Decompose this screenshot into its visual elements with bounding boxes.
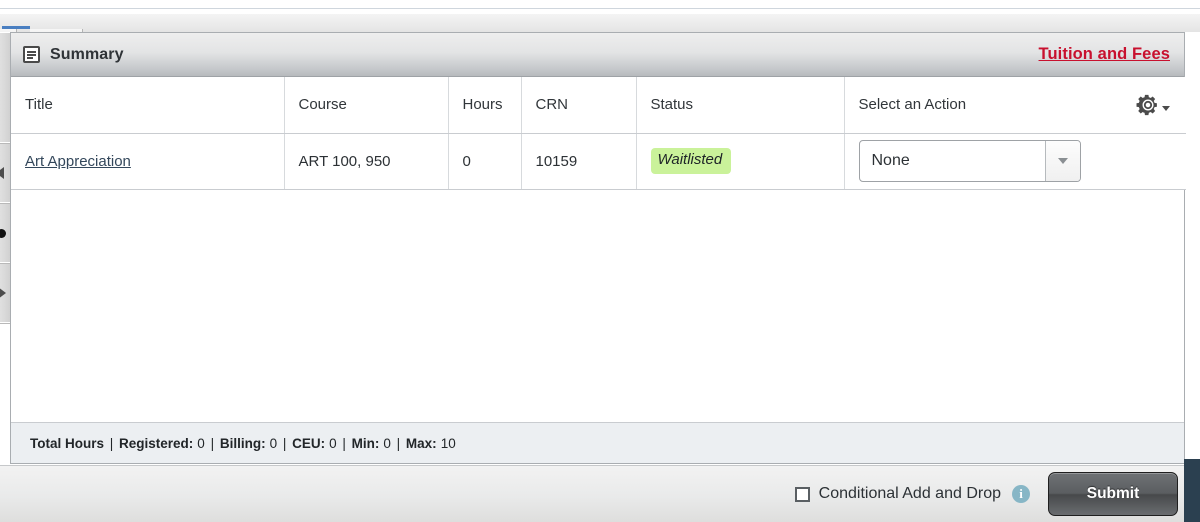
- totals-ceu-label: CEU:: [292, 435, 326, 451]
- summary-panel: Summary Tuition and Fees Title Course Ho…: [10, 32, 1186, 464]
- totals-min-label: Min:: [351, 435, 380, 451]
- arrow-left-icon: [0, 167, 4, 179]
- conditional-add-drop-label: Conditional Add and Drop: [818, 485, 1001, 502]
- column-header-title[interactable]: Title: [11, 77, 285, 134]
- totals-separator: |: [338, 435, 350, 451]
- cell-course: ART 100, 950: [284, 133, 449, 190]
- arrow-right-icon: [0, 287, 6, 299]
- column-header-crn[interactable]: CRN: [521, 77, 637, 134]
- totals-bar: Total Hours | Registered: 0 | Billing: 0…: [11, 422, 1184, 463]
- cell-status: Waitlisted: [636, 133, 845, 190]
- table-settings-button[interactable]: [1135, 92, 1170, 118]
- select-an-action-dropdown[interactable]: None: [858, 140, 1081, 182]
- totals-separator: |: [279, 435, 291, 451]
- chevron-down-icon: [1057, 158, 1068, 164]
- totals-ceu-value: 0: [329, 435, 337, 451]
- totals-separator: |: [206, 435, 218, 451]
- table-header-row: Title Course Hours CRN Status Select an …: [11, 77, 1186, 134]
- totals-registered-value: 0: [197, 435, 205, 451]
- info-icon[interactable]: i: [1012, 485, 1030, 503]
- table-header: Title Course Hours CRN Status Select an …: [11, 77, 1186, 134]
- screen-root: Summary Tuition and Fees Title Course Ho…: [0, 0, 1200, 522]
- column-header-select-an-action[interactable]: Select an Action: [844, 77, 1186, 134]
- bottom-action-bar: Conditional Add and Drop i Submit: [0, 465, 1200, 522]
- cell-title: Art Appreciation: [11, 133, 285, 190]
- totals-billing-value: 0: [269, 435, 278, 451]
- column-header-action-label: Select an Action: [858, 96, 967, 114]
- column-header-course[interactable]: Course: [284, 77, 449, 134]
- submit-button[interactable]: Submit: [1048, 472, 1178, 516]
- totals-separator: |: [392, 435, 404, 451]
- gear-icon: [1136, 94, 1157, 115]
- summary-panel-header: Summary Tuition and Fees: [11, 33, 1184, 77]
- course-title-link[interactable]: Art Appreciation: [25, 153, 131, 170]
- browser-top-strip: [0, 0, 1200, 9]
- dot-icon: [0, 228, 6, 238]
- chevron-down-icon: [1162, 105, 1170, 111]
- column-header-status[interactable]: Status: [636, 77, 845, 134]
- totals-max-value: 10: [440, 435, 456, 451]
- column-header-hours[interactable]: Hours: [448, 77, 522, 134]
- bottom-right-corner-block: [1184, 459, 1200, 522]
- cell-crn: 10159: [521, 133, 637, 190]
- conditional-add-drop-checkbox[interactable]: [794, 486, 810, 502]
- totals-max-label: Max:: [405, 435, 437, 451]
- app-toolbar: [0, 14, 1200, 46]
- summary-table: Title Course Hours CRN Status Select an …: [11, 77, 1186, 190]
- right-page-edge: [1185, 32, 1200, 464]
- select-an-action-arrow[interactable]: [1044, 141, 1080, 181]
- table-body: Art Appreciation ART 100, 950 0 10159 Wa…: [11, 133, 1186, 190]
- conditional-add-drop-group: Conditional Add and Drop i: [794, 485, 1030, 503]
- status-badge: Waitlisted: [650, 148, 732, 174]
- totals-registered-label: Registered:: [119, 435, 194, 451]
- tuition-and-fees-link[interactable]: Tuition and Fees: [1039, 45, 1170, 64]
- summary-table-icon: [23, 46, 40, 63]
- totals-separator: |: [106, 435, 118, 451]
- select-an-action-value: None: [871, 152, 910, 169]
- table-row[interactable]: Art Appreciation ART 100, 950 0 10159 Wa…: [11, 133, 1186, 190]
- totals-billing-label: Billing:: [219, 435, 266, 451]
- totals-min-value: 0: [383, 435, 391, 451]
- page-title: Summary: [50, 45, 124, 63]
- cell-hours: 0: [448, 133, 522, 190]
- totals-label: Total Hours: [30, 435, 104, 451]
- cell-action: None: [844, 133, 1186, 190]
